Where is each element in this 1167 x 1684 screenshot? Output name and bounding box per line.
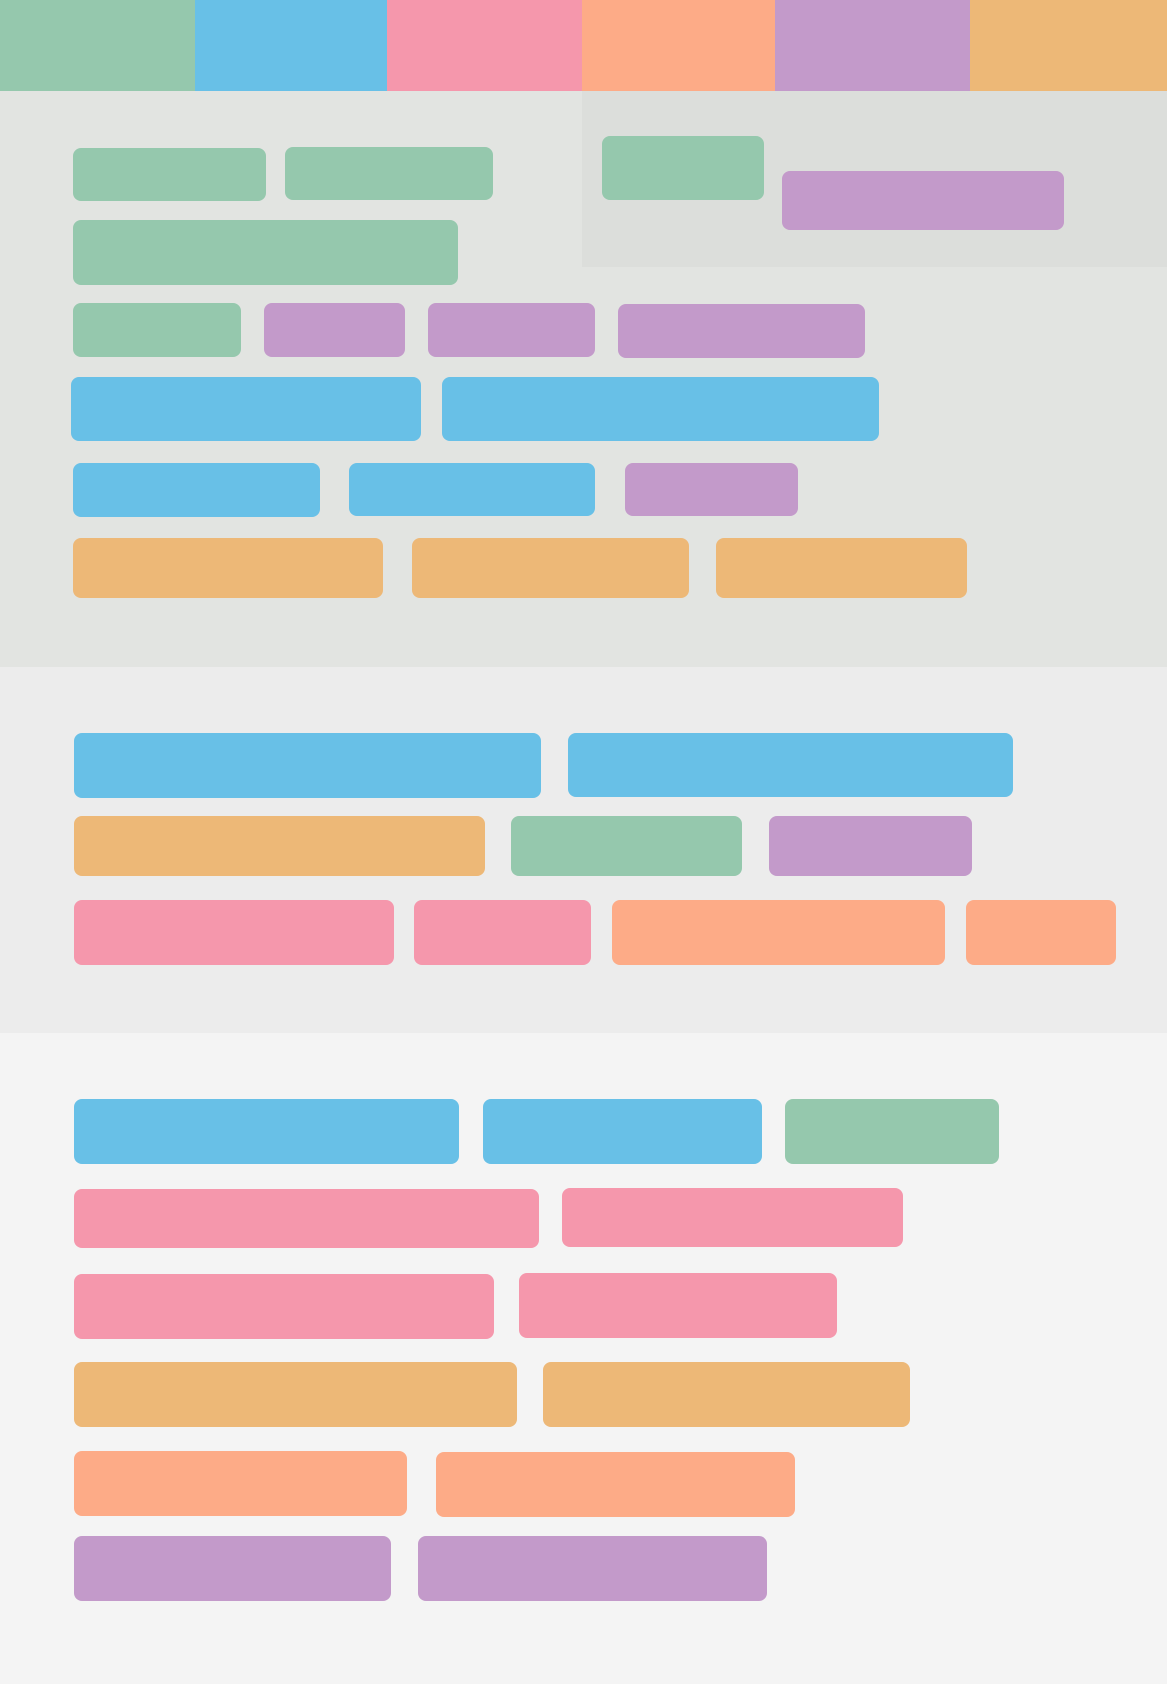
block xyxy=(74,1274,494,1339)
block xyxy=(74,1451,407,1516)
block xyxy=(74,816,485,876)
swatch-purple xyxy=(775,0,970,91)
block xyxy=(414,900,591,965)
block xyxy=(285,147,493,200)
block xyxy=(74,1362,517,1427)
block xyxy=(543,1362,910,1427)
block xyxy=(412,538,689,598)
block xyxy=(73,220,458,285)
block xyxy=(562,1188,903,1247)
block xyxy=(74,1189,539,1248)
block xyxy=(625,463,798,516)
block xyxy=(73,463,320,517)
block xyxy=(568,733,1013,797)
block xyxy=(602,136,764,200)
block xyxy=(716,538,967,598)
block xyxy=(785,1099,999,1164)
block xyxy=(483,1099,762,1164)
swatch-salmon xyxy=(582,0,775,91)
block xyxy=(966,900,1116,965)
swatch-orange xyxy=(970,0,1167,91)
block xyxy=(612,900,945,965)
block xyxy=(264,303,405,357)
swatch-green xyxy=(0,0,195,91)
block xyxy=(74,1536,391,1601)
block xyxy=(618,304,865,358)
color-block-canvas xyxy=(0,0,1167,1684)
block xyxy=(73,538,383,598)
block xyxy=(74,1099,459,1164)
block xyxy=(74,900,394,965)
swatch-pink xyxy=(387,0,582,91)
block xyxy=(436,1452,795,1517)
block xyxy=(349,463,595,516)
block xyxy=(73,303,241,357)
block xyxy=(782,171,1064,230)
block xyxy=(74,733,541,798)
block xyxy=(73,148,266,201)
block xyxy=(769,816,972,876)
block xyxy=(442,377,879,441)
swatch-blue xyxy=(195,0,387,91)
block xyxy=(519,1273,837,1338)
block xyxy=(71,377,421,441)
color-swatch-bar xyxy=(0,0,1167,91)
block xyxy=(511,816,742,876)
block xyxy=(428,303,595,357)
block xyxy=(418,1536,767,1601)
